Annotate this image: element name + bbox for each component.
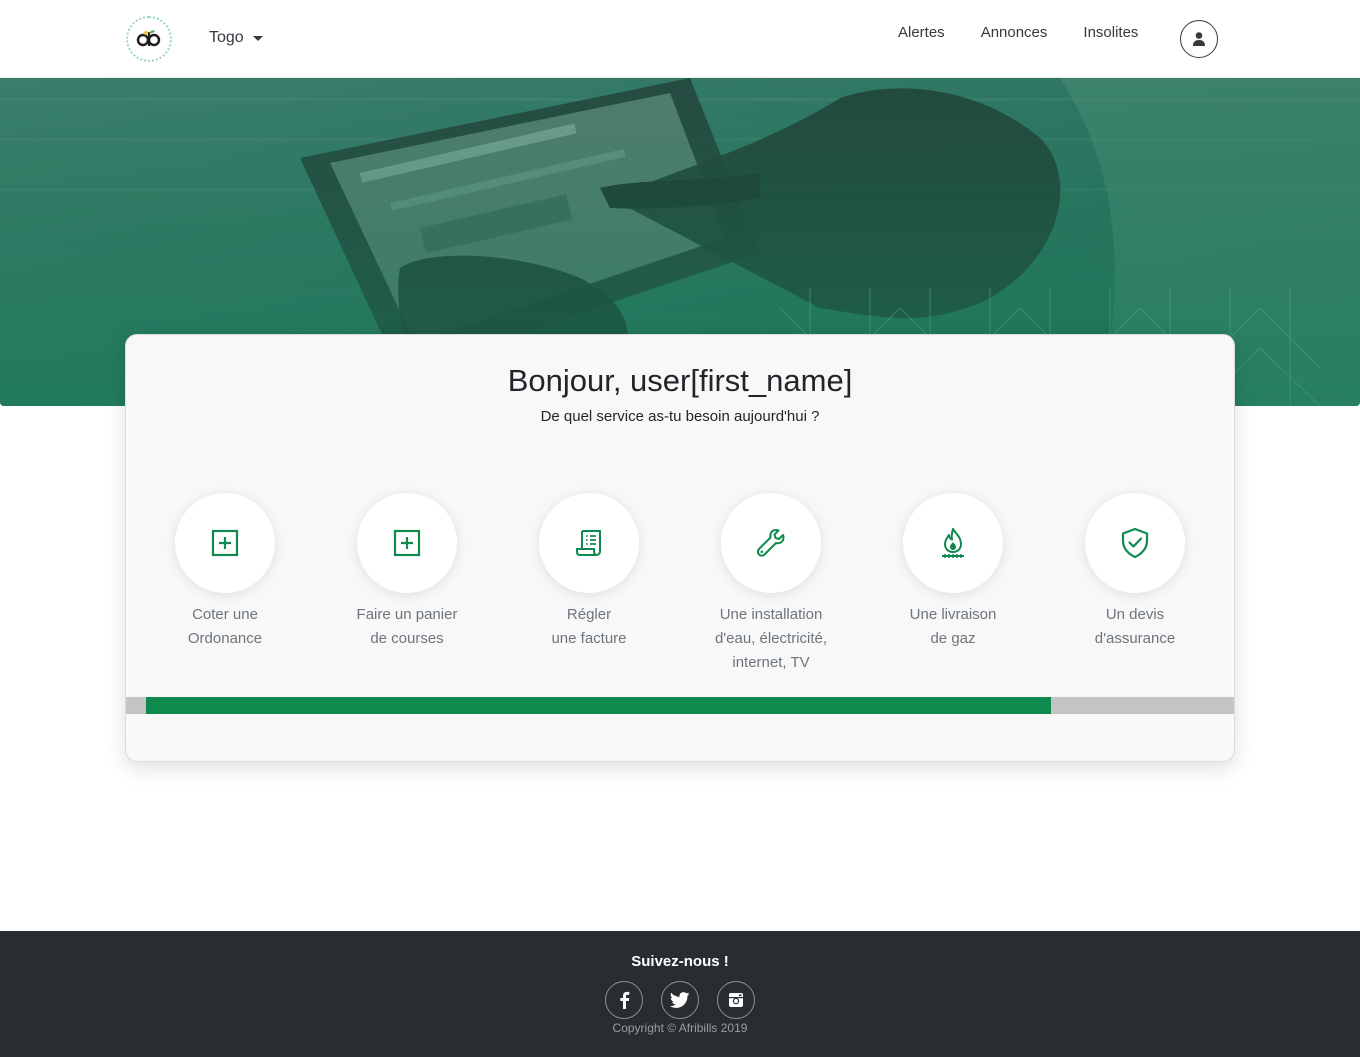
service-panier-courses[interactable]: Faire un panier de courses xyxy=(316,493,498,651)
service-icon-circle xyxy=(1085,493,1185,593)
service-livraison-gaz[interactable]: Une livraison de gaz xyxy=(862,493,1044,651)
service-label: Faire un panier de courses xyxy=(356,606,458,647)
service-card: Bonjour, user[first_name] De quel servic… xyxy=(125,334,1235,762)
service-devis-assurance[interactable]: Un devis d'assurance xyxy=(1044,493,1226,651)
service-label: Une livraison de gaz xyxy=(909,606,997,647)
page-footer: Suivez-nous ! Copyright © Afribills 2019 xyxy=(0,931,1360,1057)
country-label: Togo xyxy=(209,29,244,46)
nav-link-alertes[interactable]: Alertes xyxy=(880,23,963,43)
twitter-icon xyxy=(670,992,690,1008)
gas-flame-icon xyxy=(942,528,964,558)
footer-title: Suivez-nous ! xyxy=(631,953,729,970)
progress-bar-track xyxy=(126,697,1234,714)
plus-square-icon xyxy=(211,529,239,557)
plus-square-icon xyxy=(393,529,421,557)
top-navbar: Togo Alertes Annonces Insolites xyxy=(0,0,1360,78)
service-regler-facture[interactable]: Régler une facture xyxy=(498,493,680,651)
service-icon-circle xyxy=(721,493,821,593)
service-label: Une installation d'eau, électricité, int… xyxy=(714,606,828,671)
nav-link-insolites[interactable]: Insolites xyxy=(1065,23,1156,43)
main-nav: Alertes Annonces Insolites xyxy=(880,23,1156,43)
greeting-subtitle: De quel service as-tu besoin aujourd'hui… xyxy=(540,408,820,425)
progress-bar-fill xyxy=(146,697,1051,714)
social-links xyxy=(0,981,1360,1019)
facebook-icon xyxy=(620,991,630,1009)
greeting-title: Bonjour, user[first_name] xyxy=(507,363,853,398)
service-installation[interactable]: Une installation d'eau, électricité, int… xyxy=(680,493,862,675)
service-icon-circle xyxy=(539,493,639,593)
user-icon xyxy=(1193,32,1205,46)
service-icon-circle xyxy=(357,493,457,593)
user-account-button[interactable] xyxy=(1180,20,1218,58)
service-label: Un devis d'assurance xyxy=(1094,606,1176,647)
facebook-link[interactable] xyxy=(605,981,643,1019)
service-icon-circle xyxy=(903,493,1003,593)
instagram-link[interactable] xyxy=(717,981,755,1019)
service-icon-circle xyxy=(175,493,275,593)
service-coter-ordonnance[interactable]: Coter une Ordonance xyxy=(134,493,316,651)
service-label: Régler une facture xyxy=(551,606,627,647)
service-label: Coter une Ordonance xyxy=(187,606,263,647)
instagram-icon xyxy=(729,993,743,1007)
country-dropdown[interactable]: Togo xyxy=(209,29,263,47)
nav-link-annonces[interactable]: Annonces xyxy=(963,23,1066,43)
caret-down-icon xyxy=(252,35,263,41)
wrench-icon xyxy=(756,529,785,557)
twitter-link[interactable] xyxy=(661,981,699,1019)
copyright-text: Copyright © Afribills 2019 xyxy=(612,1021,748,1035)
afribills-logo-icon[interactable] xyxy=(126,16,172,62)
shield-check-icon xyxy=(1121,527,1149,559)
receipt-icon xyxy=(576,530,601,556)
